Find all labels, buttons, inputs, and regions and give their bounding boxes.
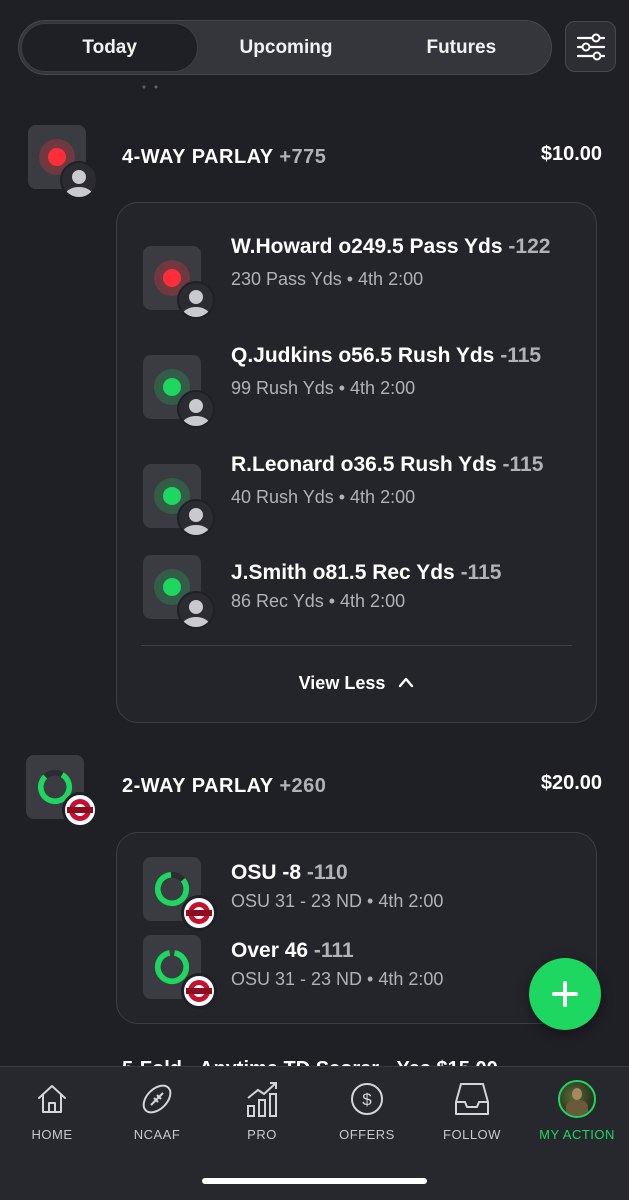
green-dot-icon — [163, 378, 181, 396]
leg-status: 230 Pass Yds • 4th 2:00 — [231, 269, 424, 289]
home-icon — [38, 1085, 66, 1113]
dollar-circle-icon: $ — [351, 1083, 383, 1115]
leg-title: W.Howard o249.5 Pass Yds -122 — [231, 235, 551, 258]
list-item[interactable]: OSU -8 -110 OSU 31 - 23 ND • 4th 2:00 — [143, 857, 576, 931]
parlay-legs-card: OSU -8 -110 OSU 31 - 23 ND • 4th 2:00 Ov… — [116, 832, 597, 1024]
filter-button[interactable] — [565, 21, 616, 72]
user-avatar-icon — [177, 281, 215, 319]
user-avatar-icon — [177, 591, 215, 629]
leg-title: OSU -8 -110 — [231, 861, 348, 884]
leg-status: OSU 31 - 23 ND • 4th 2:00 — [231, 891, 444, 911]
user-avatar-icon — [177, 390, 215, 428]
bet-amount: $10.00 — [540, 143, 602, 165]
bet-amount: $20.00 — [540, 772, 602, 794]
bet-title: 2-WAY PARLAY +260 — [122, 775, 327, 797]
add-bet-button[interactable] — [529, 958, 601, 1030]
list-item[interactable]: J.Smith o81.5 Rec Yds -115 86 Rec Yds • … — [143, 555, 576, 635]
leg-status: 86 Rec Yds • 4th 2:00 — [231, 591, 406, 611]
trending-chart-icon — [247, 1082, 277, 1117]
leg-title: R.Leonard o36.5 Rush Yds -115 — [231, 453, 544, 476]
nav-home[interactable]: HOME — [0, 1079, 104, 1142]
profile-photo-icon — [558, 1080, 596, 1118]
tab-futures[interactable]: Futures — [374, 23, 549, 72]
list-item[interactable]: Q.Judkins o56.5 Rush Yds -115 99 Rush Yd… — [143, 340, 576, 440]
leg-status: 40 Rush Yds • 4th 2:00 — [231, 487, 416, 507]
nav-follow[interactable]: FOLLOW — [420, 1079, 524, 1142]
home-indicator — [202, 1178, 427, 1184]
red-dot-icon — [163, 269, 181, 287]
list-item[interactable]: W.Howard o249.5 Pass Yds -122 230 Pass Y… — [143, 231, 576, 331]
nav-my-action[interactable]: MY ACTION — [525, 1079, 629, 1142]
plus-icon — [552, 981, 578, 1007]
leg-status: OSU 31 - 23 ND • 4th 2:00 — [231, 969, 444, 989]
sliders-icon — [576, 33, 605, 60]
green-dot-icon — [163, 487, 181, 505]
ohio-state-logo-icon — [62, 792, 98, 828]
leg-title: Over 46 -111 — [231, 939, 354, 962]
user-avatar-icon — [177, 499, 215, 537]
bet-title: 4-WAY PARLAY +775 — [122, 146, 327, 168]
list-item[interactable]: Over 46 -111 OSU 31 - 23 ND • 4th 2:00 — [143, 935, 576, 1009]
list-item[interactable]: R.Leonard o36.5 Rush Yds -115 40 Rush Yd… — [143, 449, 576, 549]
tab-today[interactable]: Today — [21, 23, 199, 72]
nav-offers[interactable]: $ OFFERS — [315, 1079, 419, 1142]
green-dot-icon — [163, 578, 181, 596]
view-segmented-control: Today Upcoming Futures — [18, 20, 552, 75]
nav-ncaaf[interactable]: NCAAF — [105, 1079, 209, 1142]
nav-pro[interactable]: PRO — [210, 1079, 314, 1142]
user-avatar-icon — [60, 161, 98, 199]
chevron-up-icon — [399, 677, 414, 688]
tab-upcoming[interactable]: Upcoming — [198, 23, 373, 72]
football-icon — [142, 1084, 172, 1114]
ohio-state-logo-icon — [181, 895, 217, 931]
leg-title: Q.Judkins o56.5 Rush Yds -115 — [231, 344, 542, 367]
inbox-icon — [455, 1083, 489, 1115]
leg-title: J.Smith o81.5 Rec Yds -115 — [231, 561, 502, 584]
view-less-button[interactable]: View Less — [117, 673, 596, 694]
ohio-state-logo-icon — [181, 973, 217, 1009]
scroll-mark-icon — [142, 85, 158, 89]
leg-status: 99 Rush Yds • 4th 2:00 — [231, 378, 416, 398]
svg-text:$: $ — [362, 1090, 372, 1109]
red-dot-icon — [48, 148, 66, 166]
parlay-legs-card: W.Howard o249.5 Pass Yds -122 230 Pass Y… — [116, 202, 597, 723]
divider — [141, 645, 572, 646]
